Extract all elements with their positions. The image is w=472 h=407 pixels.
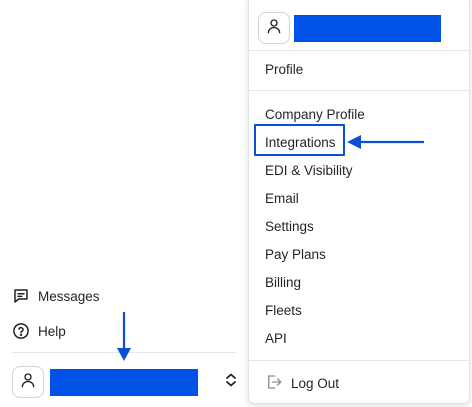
menu-item-label: Company Profile [265,106,365,122]
redacted-account-name [294,14,441,42]
sidebar-item-label: Messages [38,288,100,304]
account-switcher[interactable] [12,365,240,399]
menu-item-settings[interactable]: Settings [265,215,314,237]
chevron-up-down-icon[interactable] [224,372,238,393]
sidebar-item-messages[interactable]: Messages [12,285,100,307]
menu-item-company-profile[interactable]: Company Profile [265,103,365,125]
menu-item-label: EDI & Visibility [265,162,353,178]
menu-item-label: Pay Plans [265,246,326,262]
menu-item-label: Log Out [291,375,340,391]
menu-item-pay-plans[interactable]: Pay Plans [265,243,326,265]
user-icon [19,371,37,394]
menu-item-label: API [265,330,287,346]
menu-item-email[interactable]: Email [265,187,299,209]
menu-item-api[interactable]: API [265,327,287,349]
menu-item-label: Profile [265,61,304,77]
menu-item-label: Fleets [265,302,302,318]
annotation-arrow-down [117,312,131,361]
menu-item-fleets[interactable]: Fleets [265,299,302,321]
menu-header [258,12,441,44]
user-icon [265,17,283,40]
menu-divider [249,50,469,51]
menu-item-edi-visibility[interactable]: EDI & Visibility [265,159,353,181]
menu-divider [249,360,469,361]
menu-item-billing[interactable]: Billing [265,271,301,293]
sidebar-item-label: Help [38,323,66,339]
message-square-icon [12,287,30,305]
menu-item-label: Billing [265,274,302,290]
sidebar-item-help[interactable]: Help [12,320,66,342]
help-circle-icon [12,322,30,340]
menu-divider [249,90,469,91]
menu-item-label: Settings [265,218,314,234]
redacted-account-name [50,368,198,396]
menu-item-label: Integrations [265,134,336,150]
annotation-arrow-left [347,135,424,149]
log-out-icon [265,373,283,394]
avatar [258,12,290,44]
account-dropdown-menu: Profile Company Profile Integrations EDI… [248,0,470,404]
avatar [12,366,44,398]
screenshot: Messages Help Profile Company Profile In… [0,0,472,407]
menu-item-profile[interactable]: Profile [265,58,303,80]
menu-item-logout[interactable]: Log Out [265,372,339,394]
menu-item-label: Email [265,190,299,206]
menu-item-integrations[interactable]: Integrations [265,131,336,153]
